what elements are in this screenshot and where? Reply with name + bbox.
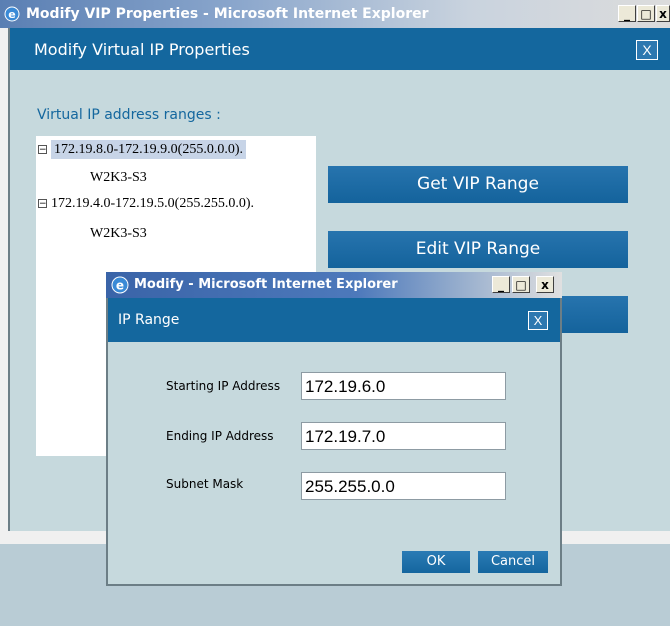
ie-logo-icon: e — [4, 6, 20, 22]
popup-window-title: Modify - Microsoft Internet Explorer — [134, 277, 398, 292]
starting-ip-label: Starting IP Address — [166, 379, 281, 393]
popup-maximize-button[interactable]: □ — [512, 276, 530, 293]
tree-item-range-1[interactable]: −172.19.8.0-172.19.9.0(255.0.0.0). — [38, 140, 246, 159]
edit-vip-range-button[interactable]: Edit VIP Range — [328, 231, 628, 268]
tree-item-label[interactable]: 172.19.8.0-172.19.9.0(255.0.0.0). — [51, 140, 246, 159]
ie-title-bar: e Modify VIP Properties - Microsoft Inte… — [0, 0, 670, 28]
ending-ip-input[interactable]: 172.19.7.0 — [301, 422, 506, 450]
tree-child-item[interactable]: W2K3-S3 — [90, 170, 147, 186]
vip-ranges-label: Virtual IP address ranges : — [37, 107, 221, 123]
dialog-title: Modify Virtual IP Properties — [34, 40, 250, 59]
maximize-button[interactable]: □ — [637, 5, 655, 22]
popup-dialog-title: IP Range — [118, 312, 180, 328]
subnet-mask-input[interactable]: 255.255.0.0 — [301, 472, 506, 500]
close-window-button[interactable]: x — [656, 5, 670, 22]
popup-title-bar: e Modify - Microsoft Internet Explorer _… — [106, 272, 562, 298]
popup-header: IP Range X — [108, 298, 560, 342]
starting-ip-input[interactable]: 172.19.6.0 — [301, 372, 506, 400]
dialog-close-button[interactable]: X — [636, 40, 658, 60]
popup-close-window-button[interactable]: x — [536, 276, 554, 293]
svg-text:e: e — [116, 279, 124, 293]
window-title: Modify VIP Properties - Microsoft Intern… — [26, 6, 429, 22]
cancel-button[interactable]: Cancel — [478, 551, 548, 573]
minimize-button[interactable]: _ — [618, 5, 636, 22]
tree-item-label[interactable]: 172.19.4.0-172.19.5.0(255.255.0.0). — [51, 196, 254, 211]
dialog-header: Modify Virtual IP Properties X — [10, 28, 670, 70]
ok-button[interactable]: OK — [402, 551, 470, 573]
ie-logo-icon: e — [111, 276, 129, 294]
collapse-icon[interactable]: − — [38, 199, 47, 209]
ending-ip-label: Ending IP Address — [166, 429, 274, 443]
popup-close-button[interactable]: X — [528, 311, 548, 330]
svg-text:e: e — [8, 8, 15, 21]
get-vip-range-button[interactable]: Get VIP Range — [328, 166, 628, 203]
collapse-icon[interactable]: − — [38, 145, 47, 155]
subnet-mask-label: Subnet Mask — [166, 477, 244, 491]
ip-range-dialog: IP Range X Starting IP Address 172.19.6.… — [106, 298, 562, 586]
tree-item-range-2[interactable]: −172.19.4.0-172.19.5.0(255.255.0.0). — [38, 196, 254, 212]
popup-minimize-button[interactable]: _ — [492, 276, 510, 293]
tree-child-item[interactable]: W2K3-S3 — [90, 226, 147, 242]
